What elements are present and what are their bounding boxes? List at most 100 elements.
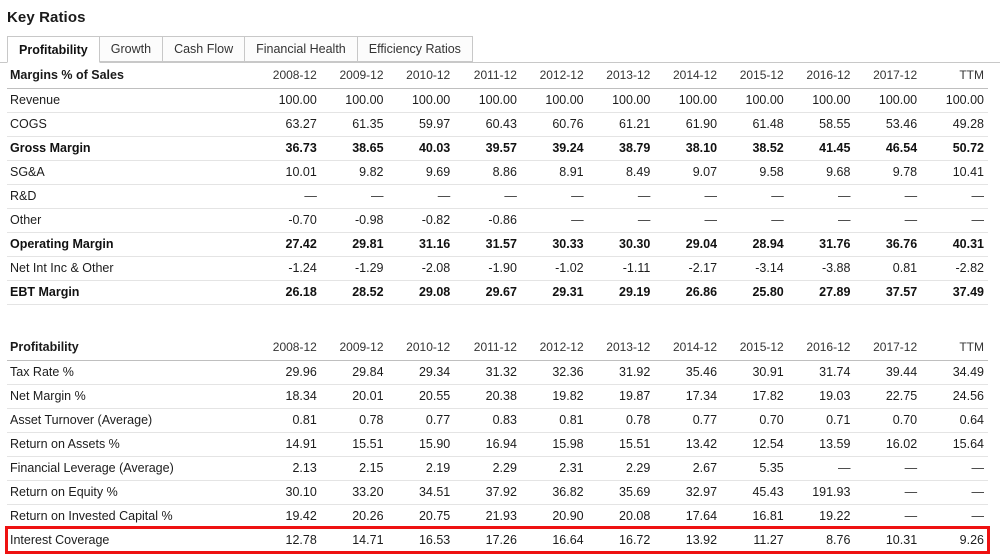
tab-efficiency-ratios[interactable]: Efficiency Ratios — [356, 36, 473, 62]
row-value: 20.38 — [454, 384, 521, 409]
row-label: R&D — [7, 184, 255, 209]
row-label: Tax Rate % — [7, 360, 255, 385]
row-value: 38.65 — [320, 136, 388, 161]
row-value: 31.57 — [454, 232, 521, 257]
row-label: SG&A — [7, 160, 255, 185]
section-title: Profitability — [7, 334, 255, 361]
row-value: 25.80 — [721, 280, 788, 305]
row-value: 19.87 — [587, 384, 655, 409]
row-value: 31.76 — [787, 232, 855, 257]
row-value: — — [654, 184, 722, 209]
row-value: 191.93 — [787, 480, 855, 505]
row-value: 100.00 — [921, 88, 988, 113]
row-label: Net Margin % — [7, 384, 255, 409]
spacer-cell — [7, 305, 988, 335]
row-value: 31.74 — [787, 360, 855, 385]
row-value: 12.78 — [254, 528, 321, 553]
row-value: — — [854, 184, 922, 209]
tab-profitability[interactable]: Profitability — [7, 36, 100, 63]
column-header-2011-12: 2011-12 — [454, 63, 521, 89]
column-header-ttm: TTM — [921, 334, 988, 361]
row-value: 0.78 — [587, 408, 655, 433]
row-label: Interest Coverage — [7, 528, 255, 553]
row-value: 30.91 — [721, 360, 788, 385]
row-value: 49.28 — [921, 112, 988, 137]
row-value: 38.79 — [587, 136, 655, 161]
row-value: 8.76 — [787, 528, 855, 553]
row-value: 29.67 — [454, 280, 521, 305]
column-header-2014-12: 2014-12 — [654, 63, 722, 89]
row-value: 10.31 — [854, 528, 922, 553]
row-value: 8.91 — [520, 160, 588, 185]
tab-bar: Profitability Growth Cash Flow Financial He… — [0, 36, 1000, 63]
row-value: 16.53 — [387, 528, 455, 553]
row-value: 100.00 — [721, 88, 788, 113]
row-label: Operating Margin — [7, 232, 255, 257]
row-value: 15.90 — [387, 432, 455, 457]
row-value: 22.75 — [854, 384, 922, 409]
row-value: 28.94 — [721, 232, 788, 257]
table-row: Asset Turnover (Average) 0.81 0.78 0.77 0.83… — [7, 408, 988, 433]
column-header-2012-12: 2012-12 — [520, 63, 588, 89]
column-header-2016-12: 2016-12 — [787, 334, 855, 361]
row-value: 100.00 — [454, 88, 521, 113]
row-value: 15.98 — [520, 432, 588, 457]
row-label: Return on Invested Capital % — [7, 504, 255, 529]
row-value: 39.24 — [520, 136, 588, 161]
row-value: — — [854, 480, 922, 505]
row-value: -0.98 — [320, 208, 388, 233]
row-label: EBT Margin — [7, 280, 255, 305]
row-value: -2.82 — [921, 256, 988, 281]
row-value: — — [787, 456, 855, 481]
row-value: 100.00 — [854, 88, 922, 113]
row-value: -1.11 — [587, 256, 655, 281]
row-value: 31.32 — [454, 360, 521, 385]
table-row: SG&A 10.01 9.82 9.69 8.86 8.91 8.49 9.07 9.58 9.6… — [7, 160, 988, 185]
row-value: -1.90 — [454, 256, 521, 281]
row-value: 0.81 — [520, 408, 588, 433]
row-value: 0.81 — [854, 256, 922, 281]
row-value: — — [320, 184, 388, 209]
tab-cash-flow[interactable]: Cash Flow — [162, 36, 246, 62]
tab-growth[interactable]: Growth — [98, 36, 164, 62]
row-value: 8.49 — [587, 160, 655, 185]
row-value: 10.01 — [254, 160, 321, 185]
column-header-2014-12: 2014-12 — [654, 334, 722, 361]
row-value: 16.94 — [454, 432, 521, 457]
row-value: 36.82 — [520, 480, 588, 505]
row-value: 61.35 — [320, 112, 388, 137]
row-value: 38.10 — [654, 136, 722, 161]
row-label: COGS — [7, 112, 255, 137]
column-header-2009-12: 2009-12 — [320, 63, 388, 89]
row-value: 20.08 — [587, 504, 655, 529]
row-value: -3.14 — [721, 256, 788, 281]
row-value: 11.27 — [721, 528, 788, 553]
tab-financial-health[interactable]: Financial Health — [244, 36, 358, 62]
section-header-row: Margins % of Sales 2008-12 2009-12 2010-12 2… — [7, 63, 988, 89]
row-value: 19.03 — [787, 384, 855, 409]
row-value: 17.34 — [654, 384, 722, 409]
row-value: — — [854, 456, 922, 481]
row-value: 29.81 — [320, 232, 388, 257]
row-value: 15.51 — [587, 432, 655, 457]
row-value: 2.19 — [387, 456, 455, 481]
row-value: 20.90 — [520, 504, 588, 529]
table-row: Return on Invested Capital % 19.42 20.26 20… — [7, 504, 988, 529]
row-value: -2.17 — [654, 256, 722, 281]
row-value: 40.03 — [387, 136, 455, 161]
row-value: 60.43 — [454, 112, 521, 137]
column-header-2015-12: 2015-12 — [721, 334, 788, 361]
row-value: 0.71 — [787, 408, 855, 433]
row-value: 16.72 — [587, 528, 655, 553]
row-label: Revenue — [7, 88, 255, 113]
table-row: Gross Margin 36.73 38.65 40.03 39.57 39.24 38.… — [7, 136, 988, 161]
row-value: 100.00 — [254, 88, 321, 113]
row-value: — — [921, 184, 988, 209]
ratios-table-container: Margins % of Sales 2008-12 2009-12 2010-12 2… — [0, 63, 1000, 554]
table-row: Return on Assets % 14.91 15.51 15.90 16.94 15… — [7, 432, 988, 457]
row-value: 30.33 — [520, 232, 588, 257]
row-value: 35.46 — [654, 360, 722, 385]
row-value: 9.58 — [721, 160, 788, 185]
table-row: Operating Margin 27.42 29.81 31.16 31.57 30.3… — [7, 232, 988, 257]
row-value: 0.77 — [387, 408, 455, 433]
